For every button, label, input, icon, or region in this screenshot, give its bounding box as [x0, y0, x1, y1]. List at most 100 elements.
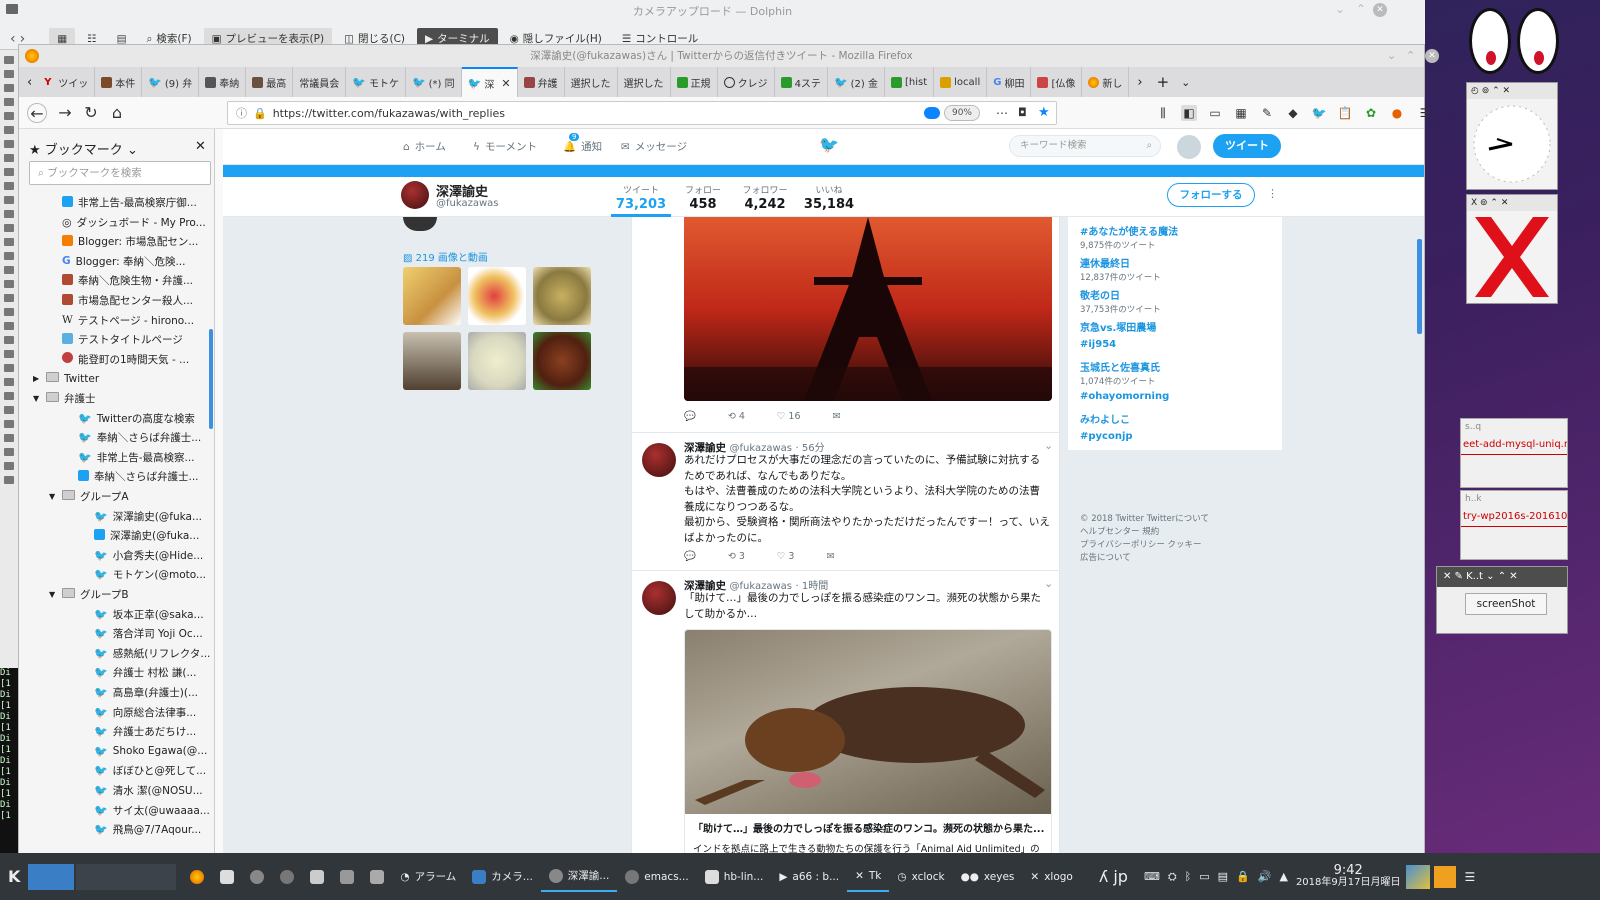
ext-icon[interactable]: ●	[1389, 105, 1405, 121]
bookmark-item[interactable]: 奉納＼危険生物・弁護...	[19, 271, 214, 290]
ff-maximize-icon[interactable]: ⌃	[1406, 49, 1415, 62]
tab[interactable]: 🐦 (2) 金	[828, 67, 885, 97]
tray-expand-icon[interactable]: ▲	[1279, 870, 1287, 883]
media-thumbnail[interactable]	[533, 267, 591, 325]
tab[interactable]: 🐦 (9) 弁	[142, 67, 200, 97]
clipboard-icon[interactable]: ▤	[1218, 870, 1228, 883]
twitter-search-input[interactable]: キーワード検索 ⌕	[1009, 135, 1161, 157]
sidebar-scrollbar[interactable]	[209, 329, 213, 429]
tab[interactable]: 奉納	[199, 67, 247, 97]
tab[interactable]: 最高	[246, 67, 294, 97]
tab[interactable]: 🐦 (*) 同	[406, 67, 462, 97]
volume-icon[interactable]: 🔊	[1258, 870, 1272, 883]
show-desktop-icon[interactable]	[1406, 864, 1431, 889]
launcher[interactable]	[362, 862, 392, 892]
trend-item[interactable]: #ij954	[1080, 339, 1116, 350]
stat-following[interactable]: フォロー 458	[673, 183, 733, 212]
bookmark-item[interactable]: ▶ Twitter	[19, 369, 214, 388]
tab[interactable]: 弁護	[518, 67, 565, 97]
tab[interactable]: [仏像	[1031, 67, 1083, 97]
footer-line[interactable]: © 2018 Twitter Twitterについて	[1080, 513, 1280, 526]
tab-close-icon[interactable]: ✕	[501, 77, 510, 90]
clipboard-icon[interactable]: 📋	[1337, 105, 1353, 121]
bookmark-item[interactable]: 🐦 Twitterの高度な検索	[19, 409, 214, 428]
bookmark-item[interactable]: 市場急配センター殺人...	[19, 291, 214, 310]
ext-icon[interactable]: ✎	[1259, 105, 1275, 121]
tab[interactable]: クレジ	[718, 67, 775, 97]
more-options-icon[interactable]: ⋮	[1267, 187, 1278, 200]
media-thumbnail[interactable]	[468, 332, 526, 390]
mini-window[interactable]: h..k try-wp2016s-201610	[1460, 490, 1568, 560]
nav-home[interactable]: ⌂ ホーム	[403, 139, 446, 154]
bookmark-item[interactable]: ▼ グループB	[19, 585, 214, 604]
stat-tweets[interactable]: ツイート 73,203	[611, 183, 671, 217]
bookmark-item[interactable]: 🐦 奉納＼さらば弁護士...	[19, 428, 214, 447]
bookmark-item[interactable]: Blogger: 市場急配セン...	[19, 232, 214, 251]
bookmark-item[interactable]: 🐦 ぼぼひと@死して...	[19, 761, 214, 780]
tray-lang[interactable]: ʎ jp	[1091, 862, 1136, 892]
mini-window[interactable]: s..q eet-add-mysql-uniq.r	[1460, 418, 1568, 488]
media-thumbnail[interactable]	[468, 267, 526, 325]
bookmark-item[interactable]: 🐦 サイ太(@uwaaaa...	[19, 801, 214, 820]
tab[interactable]: G 柳田	[987, 67, 1032, 97]
bookmark-item[interactable]: ▼ グループA	[19, 487, 214, 506]
zoom-indicator[interactable]: 90%	[944, 105, 980, 121]
tweet-image-eiffel[interactable]	[684, 217, 1052, 401]
kde-menu-icon[interactable]: K	[0, 862, 28, 892]
bookmark-item[interactable]: 奉納＼さらば弁護士...	[19, 467, 214, 486]
tweet[interactable]: 深澤諭史 @fukazawas · 1時間 ⌄ 「助けて…」最後の力でしっぽを振…	[632, 571, 1059, 871]
tweet[interactable]: 深澤諭史 @fukazawas · 56分 ⌄ あれだけプロセスが大事だの理念だ…	[632, 433, 1059, 571]
lock-icon[interactable]: 🔒	[1236, 870, 1250, 883]
tab-scroll-right-icon[interactable]: ›	[1129, 75, 1150, 90]
dolphin-maximize-icon[interactable]: ⌃	[1356, 2, 1366, 16]
media-thumbnail[interactable]	[403, 267, 461, 325]
page-actions-icon[interactable]: ⋯	[996, 106, 1008, 120]
avatar[interactable]	[1177, 135, 1201, 159]
network-icon[interactable]: ⛭	[1168, 870, 1177, 884]
media-link[interactable]: ▨ 219 画像と動画	[403, 249, 488, 264]
ext-icon[interactable]: ▭	[1207, 105, 1223, 121]
tweet-menu-icon[interactable]: ⌄	[1044, 439, 1053, 452]
bookmark-item[interactable]: 深澤諭史(@fuka...	[19, 526, 214, 545]
expand-arrow-icon[interactable]: ▼	[33, 394, 41, 403]
sidebar-header[interactable]: ★ ブックマーク ⌄	[29, 139, 138, 158]
display-icon[interactable]: ▭	[1199, 870, 1209, 883]
bookmark-item[interactable]: 🐦 坂本正幸(@saka...	[19, 605, 214, 624]
launcher[interactable]	[332, 862, 362, 892]
twitter-logo-icon[interactable]: 🐦	[819, 135, 839, 154]
trend-item[interactable]: 連休最終日 12,837件のツイート	[1080, 255, 1161, 283]
launcher[interactable]	[212, 862, 242, 892]
back-arrow-icon[interactable]: ‹	[10, 31, 16, 47]
follow-button[interactable]: フォローする	[1167, 183, 1255, 207]
reply-icon[interactable]: 💬	[684, 411, 696, 422]
retweet-button[interactable]: ⟲ 3	[728, 551, 745, 562]
footer-line[interactable]: 広告について	[1080, 552, 1280, 565]
sidebar-toggle-icon[interactable]: ◧	[1181, 105, 1197, 121]
trend-item[interactable]: 敬老の日 37,753件のツイート	[1080, 287, 1161, 315]
task-firefox[interactable]: 深澤諭...	[540, 862, 618, 892]
trend-item[interactable]: #ohayomorning	[1080, 391, 1169, 402]
tab[interactable]: 🐦 モトケ	[346, 67, 406, 97]
page-scrollbar[interactable]	[1417, 239, 1422, 334]
link-card[interactable]: 「助けて…」最後の力でしっぽを振る感染症のワンコ。瀕死の状態から果た... イン…	[684, 629, 1052, 869]
tk-titlebar[interactable]: ✕ ✎ K..t ⌄ ⌃ ✕	[1437, 567, 1567, 587]
bookmark-item[interactable]: 🐦 Shoko Egawa(@...	[19, 742, 214, 761]
tab[interactable]: 正規	[671, 67, 718, 97]
profile-avatar[interactable]	[401, 181, 429, 209]
bookmark-item[interactable]: 🐦 向原総合法律事...	[19, 703, 214, 722]
bookmark-star-icon[interactable]: ★	[1038, 105, 1050, 120]
bookmark-item[interactable]: 🐦 清水 潔(@NOSU...	[19, 781, 214, 800]
task-terminal[interactable]: ▶ a66 : b...	[771, 862, 847, 892]
bookmark-item[interactable]: ◎ ダッシュボード - My Pro...	[19, 213, 214, 232]
tab[interactable]: 4ステ	[775, 67, 828, 97]
ext-icon[interactable]: ◆	[1285, 105, 1301, 121]
tab-list-icon[interactable]: ⌄	[1175, 76, 1196, 89]
trend-item[interactable]: #あなたが使える魔法 9,875件のツイート	[1080, 223, 1178, 251]
nav-moments[interactable]: ϟ モーメント	[473, 139, 537, 154]
bookmark-item[interactable]: 🐦 弁護士あだちけ...	[19, 722, 214, 741]
home-icon[interactable]: ⌂	[107, 103, 127, 123]
dm-icon[interactable]: ✉	[826, 551, 834, 562]
tweet[interactable]: 💬 ⟲ 4 ♡ 16 ✉	[632, 217, 1059, 433]
footer-line[interactable]: ヘルプセンター 規約	[1080, 526, 1280, 539]
reload-icon[interactable]: ↻	[81, 103, 101, 123]
